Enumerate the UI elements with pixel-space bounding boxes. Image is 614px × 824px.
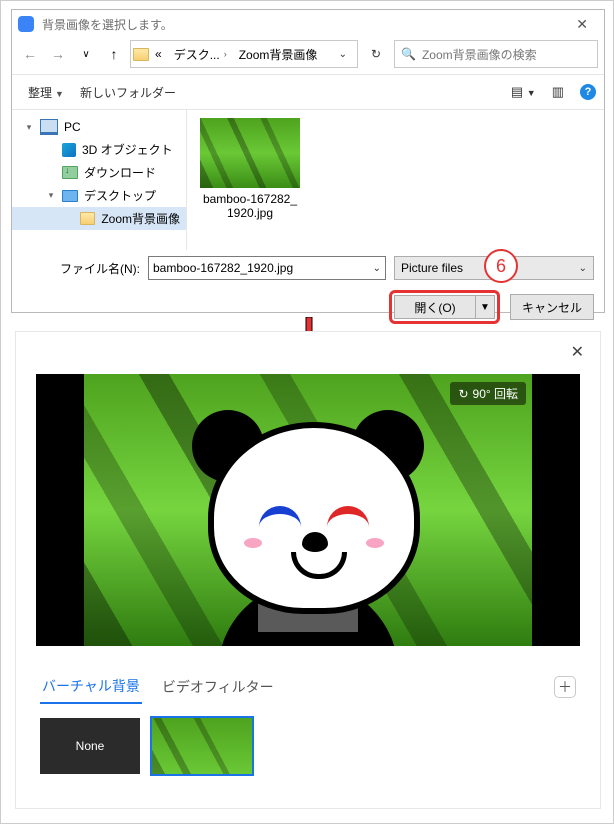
tree-item-label: デスクトップ — [84, 187, 156, 204]
refresh-button[interactable]: ↻ — [362, 47, 390, 61]
rotate-90-button[interactable]: ↻ 90° 回転 — [450, 382, 526, 405]
file-type-label: Picture files — [401, 261, 463, 275]
file-thumbnail — [200, 118, 300, 188]
dialog-toolbar: 整理▼ 新しいフォルダー ▤ ▼ ▥ ? — [12, 74, 604, 110]
background-option-bamboo[interactable] — [152, 718, 252, 774]
background-preview: ↻ 90° 回転 — [36, 374, 580, 646]
filename-value: bamboo-167282_1920.jpg — [153, 261, 293, 275]
search-placeholder: Zoom背景画像の検索 — [422, 46, 537, 63]
rotate-icon: ↻ — [458, 387, 468, 401]
nav-recent-caret[interactable]: ∨ — [74, 42, 98, 66]
tree-item-label: PC — [64, 120, 81, 134]
background-thumbnails-row: None — [40, 718, 576, 774]
dialog-title: 背景画像を選択します。 — [42, 16, 173, 33]
filename-input[interactable]: bamboo-167282_1920.jpg ⌄ — [148, 256, 386, 280]
chevron-down-icon: ▾ — [24, 122, 34, 133]
open-button-highlight: 開く(O) ▼ — [389, 290, 500, 324]
organize-button[interactable]: 整理▼ — [20, 80, 72, 105]
search-icon: 🔍 — [401, 47, 416, 61]
file-list[interactable]: bamboo-167282_ 1920.jpg — [187, 110, 604, 250]
tree-item-label: ダウンロード — [84, 164, 156, 181]
file-item-bamboo[interactable]: bamboo-167282_ 1920.jpg — [195, 118, 305, 221]
open-button[interactable]: 開く(O) — [394, 295, 476, 319]
folder-icon — [80, 212, 96, 225]
path-segment-1-label: デスク... — [174, 46, 220, 63]
settings-tabs: バーチャル背景 ビデオフィルター ＋ — [40, 670, 576, 704]
new-folder-button[interactable]: 新しいフォルダー — [72, 80, 184, 105]
help-icon[interactable]: ? — [580, 84, 596, 100]
zoom-background-settings-panel: ✕ ↻ 90° 回転 バーチャル背景 ビデオフィルター — [15, 331, 601, 809]
zoom-app-icon — [18, 16, 34, 32]
path-segment-2-label: Zoom背景画像 — [239, 46, 318, 63]
add-background-button[interactable]: ＋ — [554, 676, 576, 698]
tree-item-pc[interactable]: ▾ PC — [12, 116, 186, 138]
step-number-badge: 6 — [484, 249, 518, 283]
path-segment-2[interactable]: Zoom背景画像 — [233, 44, 324, 65]
pc-icon — [40, 119, 58, 135]
download-folder-icon — [62, 166, 78, 179]
chevron-down-icon: ▼ — [55, 89, 64, 99]
folder-icon — [133, 48, 149, 61]
rotate-label: 90° 回転 — [473, 385, 518, 402]
nav-up-button[interactable]: ↑ — [102, 42, 126, 66]
view-options-button[interactable]: ▤ ▼ — [511, 84, 536, 100]
close-icon[interactable]: ✕ — [563, 338, 592, 366]
dialog-titlebar: 背景画像を選択します。 ✕ — [12, 10, 604, 38]
chevron-down-icon[interactable]: ⌄ — [373, 263, 381, 274]
cube-icon — [62, 143, 76, 157]
tree-item-desktop[interactable]: ▾ デスクトップ — [12, 184, 186, 207]
file-name-label: bamboo-167282_ 1920.jpg — [195, 192, 305, 221]
avatar-panda-illustration — [168, 402, 448, 646]
tree-item-label: 3D オブジェクト — [82, 141, 173, 158]
organize-label: 整理 — [28, 86, 52, 100]
tab-video-filter[interactable]: ビデオフィルター — [160, 671, 276, 703]
dialog-footer-buttons-row: 開く(O) ▼ キャンセル — [12, 286, 604, 334]
tree-item-3d-objects[interactable]: 3D オブジェクト — [12, 138, 186, 161]
path-caret-down-icon[interactable]: ⌄ — [331, 49, 355, 60]
path-ellipsis[interactable]: « — [149, 45, 168, 63]
nav-forward-button[interactable]: → — [46, 42, 70, 66]
tree-item-zoom-bg-folder[interactable]: Zoom背景画像 — [12, 207, 186, 230]
chevron-right-icon: › — [224, 49, 227, 59]
chevron-down-icon: ▾ — [46, 190, 56, 201]
chevron-down-icon: ⌄ — [579, 263, 587, 274]
nav-back-button[interactable]: ← — [18, 42, 42, 66]
filename-label: ファイル名(N): — [22, 260, 140, 277]
open-split-caret[interactable]: ▼ — [476, 295, 495, 319]
breadcrumb-path[interactable]: « デスク... › Zoom背景画像 ⌄ — [130, 40, 358, 68]
tree-item-label: Zoom背景画像 — [101, 210, 180, 227]
desktop-icon — [62, 190, 78, 202]
background-thumbnail-image — [152, 718, 252, 774]
tree-item-downloads[interactable]: ダウンロード — [12, 161, 186, 184]
background-option-none[interactable]: None — [40, 718, 140, 774]
tab-virtual-background[interactable]: バーチャル背景 — [40, 670, 142, 704]
folder-tree: ▾ PC 3D オブジェクト ダウンロード ▾ デスクトップ Zoom背景画像 — [12, 110, 187, 250]
none-label: None — [76, 739, 105, 753]
dialog-nav-row: ← → ∨ ↑ « デスク... › Zoom背景画像 ⌄ ↻ 🔍 Zoom背景画… — [12, 38, 604, 74]
preview-pane-button[interactable]: ▥ — [552, 84, 564, 100]
cancel-button[interactable]: キャンセル — [510, 294, 594, 320]
close-icon[interactable]: ✕ — [566, 14, 598, 35]
path-segment-1[interactable]: デスク... › — [168, 44, 233, 65]
search-input[interactable]: 🔍 Zoom背景画像の検索 — [394, 40, 598, 68]
